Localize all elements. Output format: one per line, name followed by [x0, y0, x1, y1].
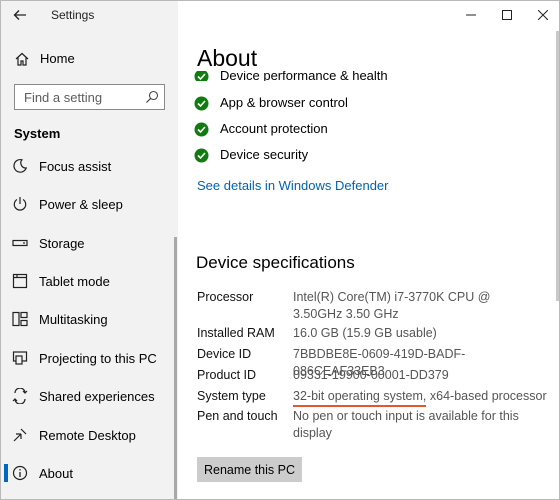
projecting-icon: [12, 351, 28, 365]
search-input[interactable]: [15, 85, 140, 109]
sidebar-item-label: About: [39, 466, 73, 481]
sidebar-scrollbar[interactable]: [174, 237, 177, 499]
main-scrollbar[interactable]: [556, 31, 559, 301]
windows-defender-link[interactable]: See details in Windows Defender: [197, 178, 389, 193]
sidebar-item-power-sleep[interactable]: Power & sleep: [1, 186, 178, 222]
back-button[interactable]: [9, 5, 31, 25]
sidebar: Settings Home System Focus assist: [1, 1, 178, 499]
settings-window: Settings Home System Focus assist: [0, 0, 560, 500]
device-specs-heading: Device specifications: [196, 253, 355, 272]
home-nav-item[interactable]: Home: [1, 47, 178, 73]
home-icon: [15, 52, 29, 66]
spec-label-system-type: System type: [197, 389, 266, 403]
clipped-row-container: Device performance & health: [178, 71, 559, 81]
spec-label-product-id: Product ID: [197, 368, 257, 382]
power-icon: [13, 197, 27, 211]
spec-value-product-id: 09331-19900-00001-DD379: [293, 368, 449, 382]
spec-value-ram: 16.0 GB (15.9 GB usable): [293, 326, 437, 340]
protection-item-label: Device performance & health: [220, 71, 388, 81]
sidebar-item-label: Multitasking: [39, 312, 108, 327]
protection-item-label: Device security: [220, 147, 309, 162]
multitasking-icon: [12, 311, 28, 327]
sidebar-item-storage[interactable]: Storage: [1, 225, 178, 261]
sidebar-item-multitasking[interactable]: Multitasking: [1, 301, 178, 337]
selected-indicator: [4, 464, 8, 482]
moon-icon: [13, 158, 28, 173]
close-icon: [538, 10, 548, 20]
sidebar-item-label: Power & sleep: [39, 197, 123, 212]
main-content: About Device performance & health App & …: [178, 1, 559, 499]
check-circle-icon: [194, 71, 209, 81]
spec-label-device-id: Device ID: [197, 347, 252, 361]
check-circle-icon: [194, 148, 209, 163]
spec-value-system-type: 32-bit operating system, x64-based proce…: [293, 389, 547, 403]
spec-label-ram: Installed RAM: [197, 326, 275, 340]
remote-desktop-icon: [13, 428, 27, 442]
protection-item-label: App & browser control: [220, 95, 348, 110]
spec-value-processor: Intel(R) Core(TM) i7-3770K CPU @ 3.50GHz…: [293, 290, 491, 321]
minimize-icon: [466, 14, 476, 16]
sidebar-item-focus-assist[interactable]: Focus assist: [1, 148, 178, 184]
sidebar-item-label: Tablet mode: [39, 274, 110, 289]
search-icon[interactable]: [145, 90, 159, 104]
tablet-mode-icon: [12, 273, 28, 289]
maximize-button[interactable]: [489, 1, 525, 29]
search-box[interactable]: [14, 84, 165, 110]
home-label: Home: [40, 51, 75, 66]
sidebar-item-remote-desktop[interactable]: Remote Desktop: [1, 417, 178, 453]
sidebar-item-label: Projecting to this PC: [39, 351, 157, 366]
check-circle-icon: [194, 122, 209, 137]
title-bar: Settings: [1, 1, 178, 29]
check-circle-icon: [194, 96, 209, 111]
rename-pc-button[interactable]: Rename this PC: [197, 457, 302, 482]
spec-value-pen-touch: No pen or touch input is available for t…: [293, 409, 519, 440]
sidebar-item-shared-experiences[interactable]: Shared experiences: [1, 378, 178, 414]
spec-label-pen-touch: Pen and touch: [197, 409, 278, 423]
app-title: Settings: [51, 8, 95, 22]
sidebar-item-label: Storage: [39, 236, 85, 251]
info-icon: [12, 465, 28, 481]
window-controls: [453, 1, 559, 29]
sidebar-item-tablet-mode[interactable]: Tablet mode: [1, 263, 178, 299]
minimize-button[interactable]: [453, 1, 489, 29]
shared-experiences-icon: [12, 388, 28, 404]
sidebar-item-projecting[interactable]: Projecting to this PC: [1, 340, 178, 376]
page-title: About: [197, 45, 258, 71]
sidebar-item-label: Remote Desktop: [39, 428, 136, 443]
maximize-icon: [502, 10, 512, 20]
close-button[interactable]: [525, 1, 559, 29]
sidebar-item-about[interactable]: About: [1, 455, 178, 491]
sidebar-item-label: Focus assist: [39, 159, 112, 174]
spec-label-processor: Processor: [197, 290, 254, 304]
storage-icon: [12, 239, 28, 247]
highlight-underline: [293, 405, 426, 407]
protection-item-label: Account protection: [220, 121, 328, 136]
sidebar-item-label: Shared experiences: [39, 389, 155, 404]
back-arrow-icon: [13, 10, 26, 20]
section-title: System: [14, 126, 61, 141]
